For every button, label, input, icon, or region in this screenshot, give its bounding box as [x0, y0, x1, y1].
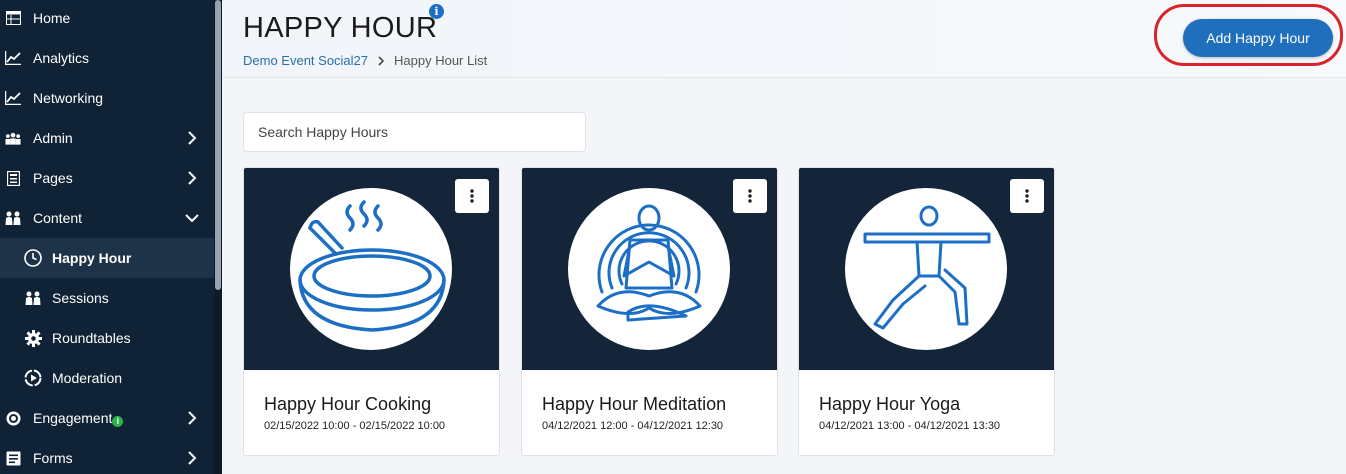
chevron-right-icon	[188, 131, 197, 145]
more-options-button[interactable]	[455, 179, 489, 213]
more-options-button[interactable]	[733, 179, 767, 213]
sidebar-item-roundtables[interactable]: Roundtables	[0, 318, 214, 358]
card-title: Happy Hour Meditation	[542, 394, 727, 414]
sidebar-item-label: Roundtables	[52, 330, 131, 346]
info-badge-icon: i	[112, 415, 124, 427]
card-image	[799, 168, 1054, 370]
card-image	[244, 168, 499, 370]
sidebar-item-label: Engagement	[33, 410, 113, 426]
gear-icon	[24, 329, 42, 347]
sidebar-item-label: Networking	[33, 90, 104, 106]
happy-hour-card[interactable]: Happy Hour Meditation 04/12/2021 12:00 -…	[521, 167, 778, 456]
add-happy-hour-button[interactable]: Add Happy Hour	[1183, 19, 1333, 57]
search-input[interactable]	[243, 112, 586, 152]
breadcrumb-link-event[interactable]: Demo Event Social27	[243, 53, 368, 68]
sidebar-item-sessions[interactable]: Sessions	[0, 278, 214, 318]
table-icon	[5, 10, 21, 26]
frying-pan-icon	[290, 188, 452, 350]
chevron-right-icon	[188, 411, 197, 425]
target-icon	[5, 410, 21, 426]
sidebar-item-label: Moderation	[52, 370, 123, 386]
chevron-right-icon	[378, 55, 385, 66]
card-title: Happy Hour Cooking	[264, 394, 432, 414]
sidebar-item-happy-hour[interactable]: Happy Hour	[0, 238, 214, 278]
sidebar-item-label: Content	[33, 210, 83, 226]
info-icon[interactable]: i	[429, 4, 444, 19]
sidebar-item-home[interactable]: Home	[0, 0, 214, 38]
card-dates: 02/15/2022 10:00 - 02/15/2022 10:00	[264, 420, 446, 432]
sidebar-item-label: Pages	[33, 170, 73, 186]
chevron-right-icon	[188, 451, 197, 465]
happy-hour-card[interactable]: Happy Hour Cooking 02/15/2022 10:00 - 02…	[243, 167, 500, 456]
sidebar-item-moderation[interactable]: Moderation	[0, 358, 214, 398]
card-title: Happy Hour Yoga	[819, 394, 961, 414]
moderation-icon	[24, 369, 42, 387]
page-header: HAPPY HOUR i Demo Event Social27 Happy H…	[222, 0, 1346, 78]
sidebar-item-engagement[interactable]: Engagement i	[0, 398, 214, 438]
people-icon	[24, 289, 42, 307]
sidebar: Home Analytics Networking Admin Pages Co…	[0, 0, 222, 474]
sidebar-item-label: Sessions	[52, 290, 109, 306]
happy-hour-card[interactable]: Happy Hour Yoga 04/12/2021 13:00 - 04/12…	[798, 167, 1055, 456]
kebab-icon	[1025, 189, 1029, 203]
chevron-down-icon	[185, 214, 199, 223]
breadcrumb: Demo Event Social27 Happy Hour List	[243, 53, 487, 68]
sidebar-item-content[interactable]: Content	[0, 198, 214, 238]
card-dates: 04/12/2021 12:00 - 04/12/2021 12:30	[542, 420, 724, 432]
sidebar-scroll-thumb[interactable]	[215, 0, 221, 290]
sidebar-item-label: Happy Hour	[52, 250, 132, 266]
yoga-icon	[845, 188, 1007, 350]
form-icon	[5, 450, 21, 466]
meditation-icon	[568, 188, 730, 350]
page-icon	[5, 170, 21, 186]
sidebar-item-analytics[interactable]: Analytics	[0, 38, 214, 78]
sidebar-item-pages[interactable]: Pages	[0, 158, 214, 198]
people-icon	[5, 210, 21, 226]
sidebar-item-label: Admin	[33, 130, 73, 146]
more-options-button[interactable]	[1010, 179, 1044, 213]
breadcrumb-current: Happy Hour List	[394, 53, 488, 68]
chevron-right-icon	[188, 171, 197, 185]
card-image	[522, 168, 777, 370]
sidebar-item-forms[interactable]: Forms	[0, 438, 214, 474]
sidebar-item-label: Forms	[33, 450, 73, 466]
chart-icon	[5, 50, 21, 66]
sidebar-item-networking[interactable]: Networking	[0, 78, 214, 118]
page-title: HAPPY HOUR	[243, 12, 438, 44]
sidebar-item-label: Home	[33, 10, 71, 26]
card-dates: 04/12/2021 13:00 - 04/12/2021 13:30	[819, 420, 1001, 432]
sidebar-scrollbar[interactable]	[214, 0, 222, 474]
kebab-icon	[748, 189, 752, 203]
sidebar-item-label: Analytics	[33, 50, 90, 66]
highlight-outline: Add Happy Hour	[1154, 4, 1343, 66]
chart-icon	[5, 90, 21, 106]
users-icon	[5, 130, 21, 146]
sidebar-item-admin[interactable]: Admin	[0, 118, 214, 158]
clock-icon	[24, 249, 42, 267]
kebab-icon	[470, 189, 474, 203]
